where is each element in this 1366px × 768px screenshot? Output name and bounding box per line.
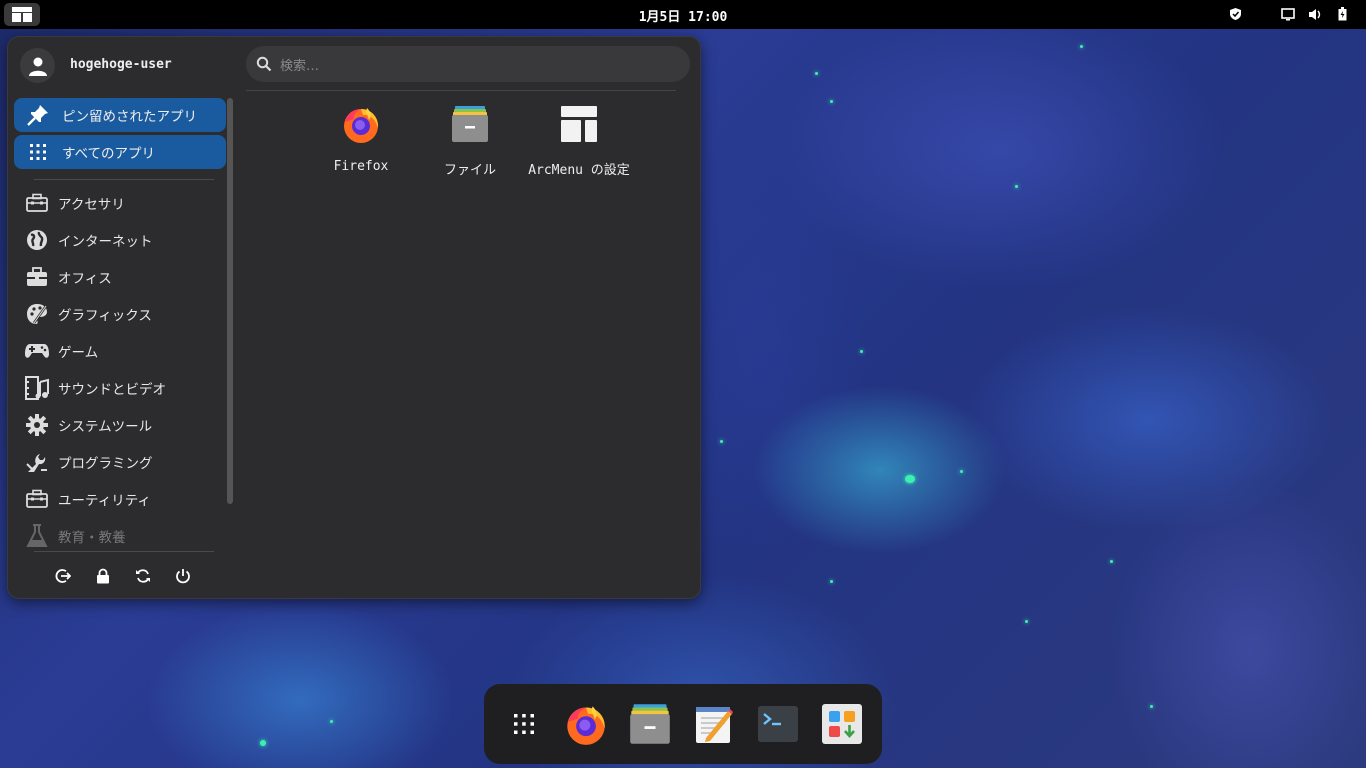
terminal-icon [758,706,798,742]
top-bar: 1月5日 17:00 [0,0,1366,29]
dock-files[interactable] [627,701,673,747]
category-label: オフィス [58,271,112,287]
dock-text-editor[interactable] [691,701,737,747]
lock-button[interactable] [92,565,114,587]
user-icon [28,57,47,76]
app-label: Firefox [333,159,389,174]
nav-all-apps[interactable]: すべてのアプリ [14,135,226,169]
nav-label: すべてのアプリ [62,146,156,162]
dock [484,684,882,764]
user-name[interactable]: hogehoge-user [70,57,172,72]
category-label: アクセサリ [58,197,125,213]
palette-icon [24,301,50,327]
dock-app-grid[interactable] [501,701,547,747]
firefox-icon [340,103,382,145]
category-label: サウンドとビデオ [58,382,166,398]
search-placeholder: 検索… [280,58,320,74]
search-input[interactable]: 検索… [246,46,690,82]
divider [246,90,676,91]
firefox-icon [567,706,605,745]
category-internet[interactable]: インターネット [24,223,224,257]
category-label: システムツール [58,419,153,435]
app-label: ArcMenu の設定 [528,163,630,178]
avatar[interactable] [20,48,55,83]
dock-firefox[interactable] [563,701,609,747]
briefcase-icon [24,264,50,290]
category-games[interactable]: ゲーム [24,334,224,368]
category-label: プログラミング [58,456,153,472]
category-graphics[interactable]: グラフィックス [24,297,224,331]
battery-icon[interactable] [1335,7,1349,21]
nav-pinned-apps[interactable]: ピン留めされたアプリ [14,98,226,132]
dock-software[interactable] [819,701,865,747]
gear-icon [24,412,50,438]
wrench-icon [24,449,50,475]
flask-icon [24,523,50,549]
pinned-app-arcmenu-settings[interactable]: ArcMenu の設定 [524,103,634,183]
volume-icon[interactable] [1308,7,1322,21]
pinned-app-files[interactable]: ファイル [415,103,525,183]
category-sound-video[interactable]: サウンドとビデオ [24,371,224,405]
toolbox-icon [24,486,50,512]
category-label: 教育・教養 [58,530,126,546]
power-button[interactable] [172,565,194,587]
power-icon [176,569,190,584]
divider [34,551,214,552]
category-education[interactable]: 教育・教養 [24,519,224,553]
pin-icon [26,103,50,127]
category-label: インターネット [58,234,153,250]
dock-terminal[interactable] [755,701,801,747]
logout-icon [55,569,71,583]
arcmenu-panel: hogehoge-user 検索… ピン留めされたアプリ すべてのアプリ アクセ… [7,36,701,599]
software-icon [822,704,862,744]
text-editor-icon [696,707,733,743]
category-system-tools[interactable]: システムツール [24,408,224,442]
clock[interactable]: 1月5日 17:00 [0,6,1366,25]
app-grid-icon [514,714,534,734]
category-accessories[interactable]: アクセサリ [24,186,224,220]
search-icon [256,56,272,72]
pinned-app-firefox[interactable]: Firefox [306,103,416,183]
category-utilities[interactable]: ユーティリティ [24,482,224,516]
category-label: ゲーム [58,345,99,361]
display-icon[interactable] [1281,7,1295,21]
scrollbar[interactable] [227,98,233,504]
category-office[interactable]: オフィス [24,260,224,294]
toolbox-icon [24,190,50,216]
lock-icon [97,568,109,584]
restart-icon [136,569,150,583]
divider [34,179,214,180]
globe-icon [24,227,50,253]
nav-label: ピン留めされたアプリ [62,109,197,125]
app-label: ファイル [443,163,496,178]
arcmenu-settings-icon [558,103,600,145]
files-icon [449,103,491,145]
film-music-icon [24,375,50,401]
files-icon [630,704,670,744]
logout-button[interactable] [52,565,74,587]
shield-icon[interactable] [1228,7,1242,21]
category-programming[interactable]: プログラミング [24,445,224,479]
category-label: ユーティリティ [58,493,151,509]
grid-icon [26,140,50,164]
gamepad-icon [24,338,50,364]
category-label: グラフィックス [58,308,152,324]
restart-button[interactable] [132,565,154,587]
